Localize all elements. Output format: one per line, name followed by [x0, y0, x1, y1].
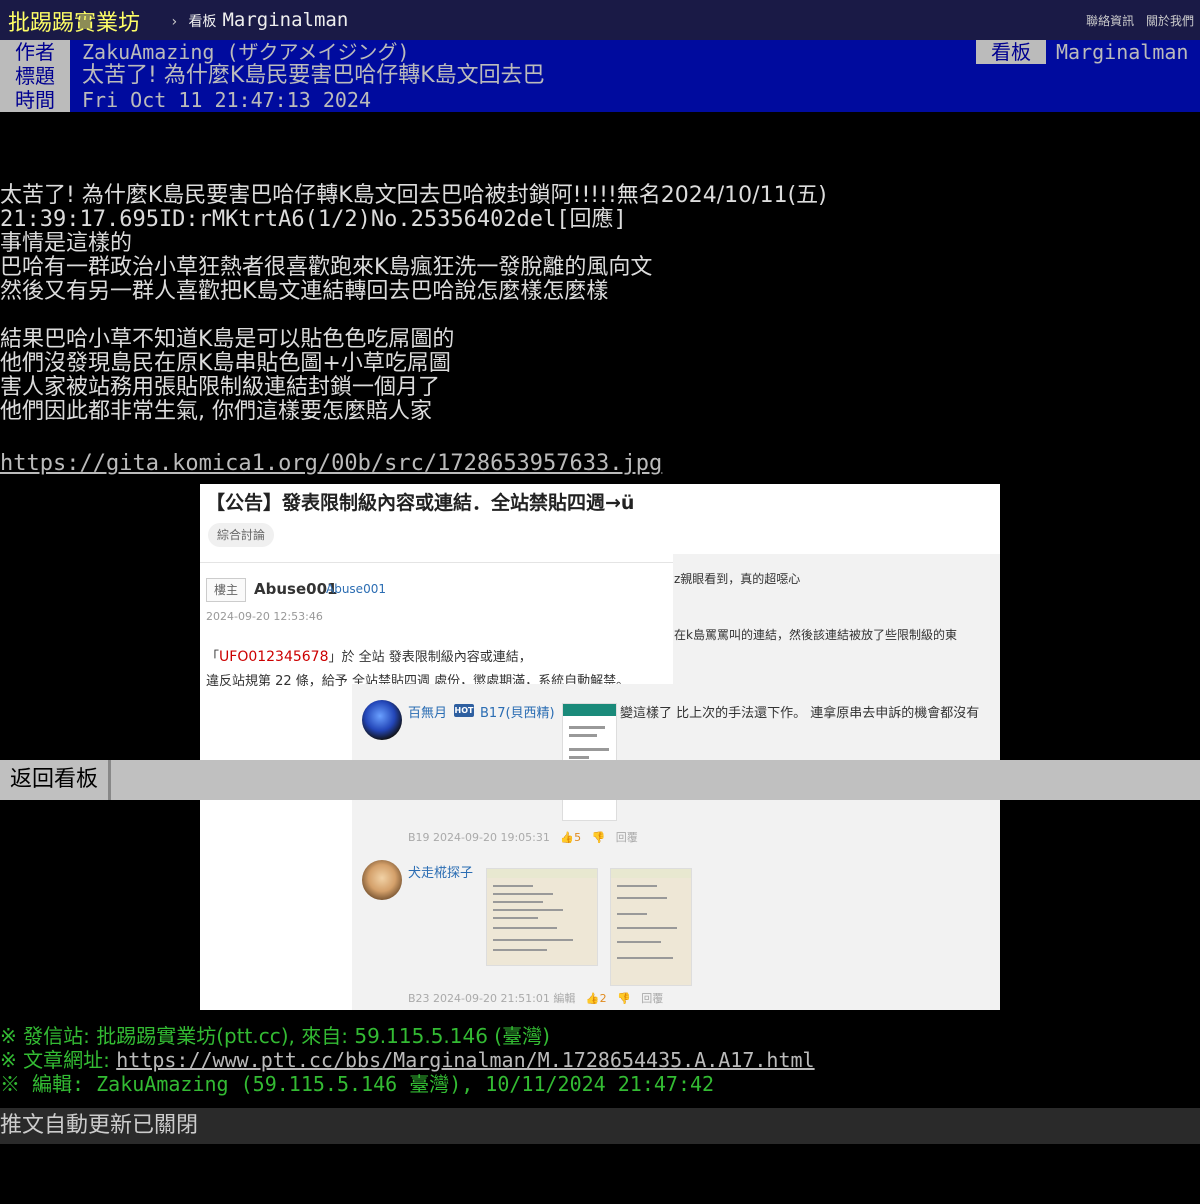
embedded-op-time: 2024-09-20 12:53:46	[206, 610, 323, 623]
about-link[interactable]: 關於我們	[1146, 14, 1194, 28]
embedded-comment-text: 變這樣了 比上次的手法還下作。 連拿原串去申訴的機會都沒有	[620, 706, 980, 721]
board-label: 看板	[976, 40, 1046, 64]
embedded-right-text-1: z親眼看到，真的超噁心	[674, 572, 801, 586]
thumbs-down-icon: 👎	[617, 992, 631, 1005]
comment-time: 2024-09-20 19:05:31	[433, 831, 550, 844]
board-value: Marginalman	[1056, 40, 1189, 64]
url-prefix: ※ 文章網址:	[0, 1048, 117, 1072]
title-label: 標題	[0, 64, 70, 88]
embedded-comment-thumbnail	[610, 868, 692, 986]
comment-floor: B19	[408, 831, 430, 844]
embedded-comment-thumbnail	[486, 868, 598, 966]
hot-badge: HOT	[454, 704, 474, 717]
origin-line: ※ 發信站: 批踢踢實業坊(ptt.cc), 來自: 59.115.5.146 …	[0, 1024, 550, 1048]
embedded-image[interactable]: 【公告】發表限制級內容或連結．全站禁貼四週→ü 綜合討論 樓主 Abuse001…	[200, 484, 1000, 1010]
embedded-notice-rest: 」於 全站 發表限制級內容或連結，	[328, 650, 532, 665]
breadcrumb: › 看板 Marginalman	[170, 9, 348, 31]
image-link[interactable]: https://gita.komica1.org/00b/src/1728653…	[0, 452, 1200, 476]
like-count: 2	[599, 992, 607, 1005]
reply-link: 回覆	[641, 992, 664, 1005]
content-line: 巴哈有一群政治小草狂熱者很喜歡跑來K島瘋狂洗一發脫離的風向文	[0, 255, 653, 280]
embedded-comment-author: 百無月	[408, 706, 448, 721]
content-line: 結果巴哈小草不知道K島是可以貼色色吃屌圖的	[0, 327, 455, 352]
embedded-op-name: Abuse001	[254, 580, 338, 598]
embedded-notice-user: UFO012345678	[219, 649, 329, 665]
content-blank-line	[0, 304, 1200, 328]
title-value: 太苦了! 為什麼K島民要害巴哈仔轉K島文回去巴	[82, 63, 545, 88]
push-auto-update-status: 推文自動更新已關閉	[0, 1108, 1200, 1144]
content-blank-line	[0, 424, 1200, 448]
top-navigation-bar: 批踢踢實業坊 › 看板 Marginalman 聯絡資訊 關於我們	[0, 0, 1200, 40]
like-count: 5	[574, 831, 582, 844]
thumbs-up-icon: 👍	[560, 831, 575, 844]
content-line: 21:39:17.695ID:rMKtrtA6(1/2)No.25356402d…	[0, 207, 627, 232]
content-line: 事情是這樣的	[0, 231, 133, 256]
content-line: 害人家被站務用張貼限制級連結封鎖一個月了	[0, 375, 441, 400]
url-line: ※ 文章網址: https://www.ptt.cc/bbs/Marginalm…	[0, 1048, 815, 1072]
thumbs-down-icon: 👎	[591, 831, 606, 844]
embedded-comment-meta: B19 2024-09-20 19:05:31 👍5 👎 回覆	[408, 829, 638, 845]
article-content: 太苦了! 為什麼K島民要害巴哈仔轉K島文回去巴哈被封鎖阿!!!!!無名2024/…	[0, 184, 1200, 476]
board-crumb-label: 看板	[188, 14, 217, 30]
time-label: 時間	[0, 88, 70, 112]
content-line: 太苦了! 為什麼K島民要害巴哈仔轉K島文回去巴哈被封鎖阿!!!!!無名2024/…	[0, 183, 827, 208]
content-line: 他們沒發現島民在原K島串貼色圖+小草吃屌圖	[0, 351, 451, 376]
comment-edit: 編輯	[553, 992, 576, 1005]
author-value: ZakuAmazing (ザクアメイジング)	[82, 40, 410, 64]
comment-floor: B23	[408, 992, 430, 1005]
embedded-notice-open: 「	[206, 650, 220, 665]
contact-link[interactable]: 聯絡資訊	[1086, 14, 1134, 28]
embedded-comment-floor: B17(貝西精)	[480, 706, 555, 721]
embedded-notice-line1: 「UFO012345678」於 全站 發表限制級內容或連結，	[206, 646, 532, 665]
embedded-right-text-2: 在k島罵罵叫的連結，然後該連結被放了些限制級的東	[674, 628, 957, 642]
breadcrumb-separator: ›	[170, 14, 179, 30]
embedded-divider	[200, 562, 673, 563]
content-line: 他們因此都非常生氣, 你們這樣要怎麼賠人家	[0, 399, 432, 424]
embedded-comment-meta: B23 2024-09-20 21:51:01 編輯 👍2 👎 回覆	[408, 990, 663, 1006]
back-to-board-button[interactable]: 返回看板	[0, 760, 112, 800]
article-meta-header: 作者 ZakuAmazing (ザクアメイジング) 看板 Marginalman…	[0, 40, 1200, 112]
edit-line: ※ 編輯: ZakuAmazing (59.115.5.146 臺灣), 10/…	[0, 1072, 715, 1096]
embedded-category-tag: 綜合討論	[208, 523, 275, 547]
back-bar: 返回看板	[0, 760, 1200, 800]
avatar	[362, 700, 402, 740]
article-signature: ※ 發信站: 批踢踢實業坊(ptt.cc), 來自: 59.115.5.146 …	[0, 1024, 815, 1096]
article-url-link[interactable]: https://www.ptt.cc/bbs/Marginalman/M.172…	[116, 1048, 814, 1072]
embedded-comment-author: 犬走椛探子	[408, 866, 474, 881]
embedded-op-badge: 樓主	[206, 578, 246, 602]
site-home-link[interactable]: 批踢踢實業坊	[8, 5, 140, 37]
author-label: 作者	[0, 40, 70, 64]
reply-link: 回覆	[615, 831, 638, 844]
board-crumb-link[interactable]: Marginalman	[222, 9, 348, 31]
time-value: Fri Oct 11 21:47:13 2024	[82, 88, 371, 112]
avatar	[362, 860, 402, 900]
thumbs-up-icon: 👍	[585, 992, 600, 1005]
content-line: 然後又有另一群人喜歡把K島文連結轉回去巴哈說怎麼樣怎麼樣	[0, 279, 609, 304]
embedded-title: 【公告】發表限制級內容或連結．全站禁貼四週→ü	[206, 492, 635, 514]
embedded-op-id: Abuse001	[326, 582, 386, 596]
comment-time: 2024-09-20 21:51:01	[433, 992, 550, 1005]
top-right-links: 聯絡資訊 關於我們	[1078, 12, 1194, 29]
